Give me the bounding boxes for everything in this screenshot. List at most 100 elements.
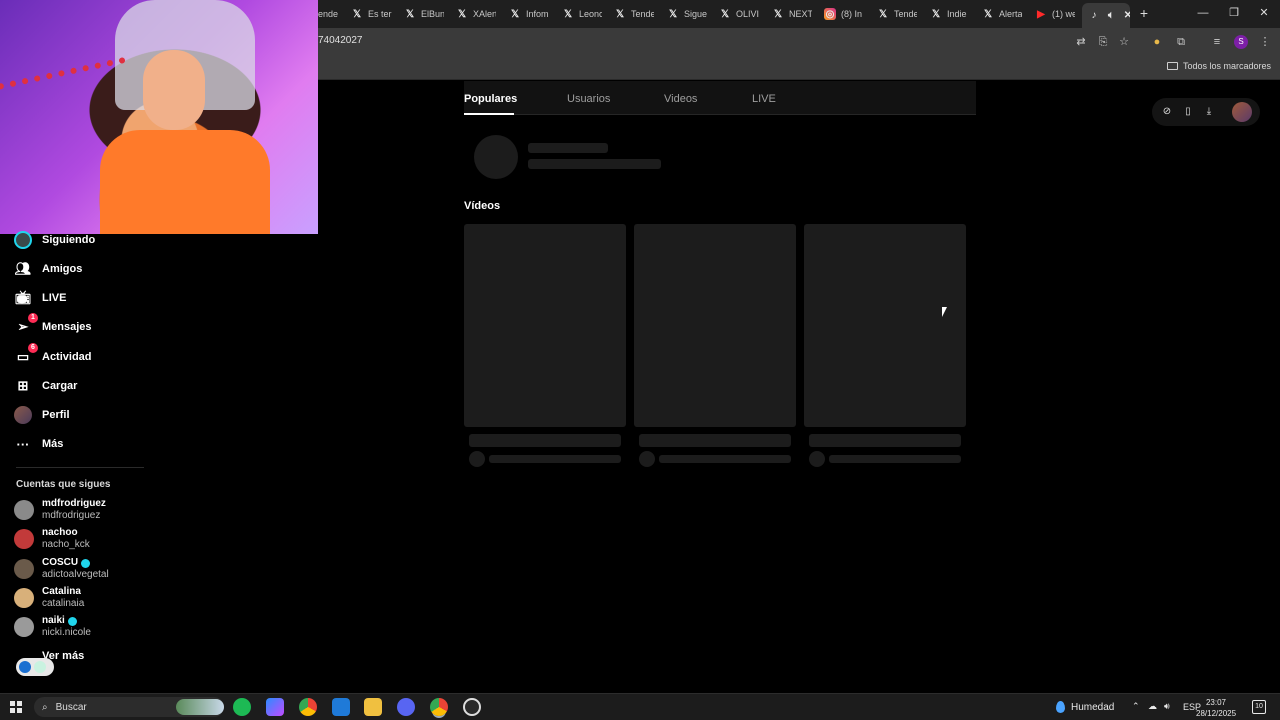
browser-tab[interactable]: ▶ (1) we bbox=[1035, 4, 1075, 24]
user-avatar[interactable] bbox=[1232, 102, 1252, 122]
browser-tab-active[interactable]: ♪ 🔈︎ ✕ bbox=[1082, 3, 1130, 28]
videos-section-title: Vídeos bbox=[464, 200, 501, 212]
video-author-skeleton bbox=[659, 455, 791, 463]
install-app-icon[interactable]: ⎘ bbox=[1095, 34, 1111, 50]
taskbar-search[interactable]: ⌕ Buscar bbox=[34, 697, 224, 717]
followed-account[interactable]: mdfrodriguez mdfrodriguez bbox=[14, 497, 106, 523]
floating-extension-pill[interactable] bbox=[16, 658, 54, 676]
sidebar-item-mensajes[interactable]: ➢ 1 Mensajes bbox=[14, 313, 92, 338]
video-author-skeleton bbox=[829, 455, 961, 463]
tab-live[interactable]: LIVE bbox=[752, 93, 776, 105]
browser-tab[interactable]: 𝕏 Leonc bbox=[562, 4, 602, 24]
avatar bbox=[14, 617, 34, 637]
extension-color-icon[interactable]: ● bbox=[1149, 34, 1165, 50]
active-tab-underline bbox=[464, 113, 514, 115]
header-tools: ⊘ ▯ ⤓ bbox=[1152, 98, 1260, 126]
network-icon[interactable]: ☁ bbox=[1148, 701, 1157, 712]
sidebar-item-amigos[interactable]: 👥︎ Amigos bbox=[14, 258, 83, 280]
tab-videos[interactable]: Videos bbox=[664, 93, 697, 105]
video-card-skeleton[interactable] bbox=[634, 224, 796, 427]
app-shield-icon[interactable] bbox=[332, 698, 350, 716]
verified-badge-icon bbox=[81, 558, 91, 568]
x-icon: 𝕏 bbox=[931, 8, 941, 20]
sidebar-item-perfil[interactable]: Perfil bbox=[14, 404, 70, 426]
taskbar-clock[interactable]: 23:07 28/12/2025 bbox=[1196, 697, 1236, 719]
x-icon: 𝕏 bbox=[720, 8, 730, 20]
volume-icon[interactable]: 🔊︎ bbox=[1164, 701, 1170, 712]
sidebar-item-live[interactable]: 📺︎ LIVE bbox=[14, 287, 67, 309]
live-icon: 📺︎ bbox=[14, 290, 32, 305]
new-tab-button[interactable]: + bbox=[1136, 5, 1152, 21]
x-icon: 𝕏 bbox=[457, 8, 467, 20]
extension-blue-icon bbox=[19, 661, 31, 673]
browser-tab[interactable]: 𝕏 Tende bbox=[614, 4, 654, 24]
chrome-app-icon[interactable] bbox=[299, 698, 317, 716]
browser-tab[interactable]: ende bbox=[318, 4, 344, 24]
copilot-app-icon[interactable] bbox=[266, 698, 284, 716]
all-bookmarks-button[interactable]: Todos los marcadores bbox=[1166, 61, 1271, 71]
streamer-shirt bbox=[100, 130, 270, 234]
messages-icon: ➢ 1 bbox=[14, 313, 38, 336]
address-bar-url[interactable]: 74042027 bbox=[318, 35, 363, 46]
profile-avatar-icon bbox=[14, 406, 32, 424]
download-icon[interactable]: ⤓ bbox=[1202, 105, 1216, 119]
browser-tab[interactable]: 𝕏 OLIVI bbox=[719, 4, 759, 24]
search-icon: ⌕ bbox=[42, 701, 48, 713]
mobile-app-icon[interactable]: ▯ bbox=[1181, 105, 1195, 119]
avatar bbox=[14, 500, 34, 520]
browser-tab[interactable]: 𝕏 Alerta bbox=[982, 4, 1022, 24]
extensions-puzzle-icon[interactable]: ⧉ bbox=[1173, 34, 1189, 50]
sidebar-item-siguiendo[interactable]: Siguiendo bbox=[14, 229, 95, 251]
close-tab-icon[interactable]: ✕ bbox=[1122, 10, 1130, 22]
sidebar-item-actividad[interactable]: ▭ 6 Actividad bbox=[14, 343, 92, 368]
sidebar-item-cargar[interactable]: ⊞ Cargar bbox=[14, 375, 78, 397]
video-card-skeleton[interactable] bbox=[464, 224, 626, 427]
browser-tab[interactable]: 𝕏 Infom bbox=[509, 4, 549, 24]
video-card-skeleton[interactable] bbox=[804, 224, 966, 427]
restore-button[interactable]: ❐ bbox=[1224, 4, 1244, 22]
browser-tab[interactable]: 𝕏 Sigue bbox=[667, 4, 707, 24]
video-author-avatar-skeleton bbox=[639, 451, 655, 467]
tab-populares[interactable]: Populares bbox=[464, 93, 517, 105]
tab-usuarios[interactable]: Usuarios bbox=[567, 93, 610, 105]
spotify-app-icon[interactable] bbox=[233, 698, 251, 716]
reading-list-icon[interactable]: ≡ bbox=[1209, 34, 1225, 50]
close-window-button[interactable]: ✕ bbox=[1254, 4, 1274, 22]
browser-tab[interactable]: 𝕏 ElBun bbox=[404, 4, 444, 24]
browser-tab[interactable]: 𝕏 NEXT bbox=[772, 4, 812, 24]
windows-start-icon[interactable] bbox=[10, 701, 22, 713]
bookmark-star-icon[interactable]: ☆ bbox=[1116, 34, 1132, 50]
sidebar-item-mas[interactable]: ··· Más bbox=[14, 433, 64, 455]
x-icon: 𝕏 bbox=[615, 8, 625, 20]
followed-account[interactable]: COSCU adictoalvegetal bbox=[14, 556, 109, 582]
browser-tab[interactable]: 𝕏 Tende bbox=[877, 4, 917, 24]
translate-icon[interactable]: ⇄ bbox=[1073, 34, 1089, 50]
browser-tab[interactable]: 𝕏 Es ter bbox=[351, 4, 395, 24]
followed-account[interactable]: nachoo nacho_kck bbox=[14, 526, 90, 552]
browser-tab[interactable]: 𝕏 XAlert bbox=[456, 4, 496, 24]
followed-account[interactable]: naiki nicki.nicole bbox=[14, 614, 91, 640]
activity-badge: 6 bbox=[28, 343, 38, 353]
minimize-button[interactable]: — bbox=[1193, 4, 1213, 22]
chrome-active-app-icon[interactable] bbox=[430, 698, 448, 716]
profile-avatar-button[interactable]: S bbox=[1234, 35, 1248, 49]
x-icon: 𝕏 bbox=[773, 8, 783, 20]
x-icon: 𝕏 bbox=[563, 8, 573, 20]
webcam-overlay bbox=[0, 0, 318, 234]
browser-tab[interactable]: 𝕏 Indie bbox=[930, 4, 970, 24]
search-highlight-image bbox=[176, 699, 224, 715]
x-icon: 𝕏 bbox=[510, 8, 520, 20]
followed-account[interactable]: Catalina catalinaia bbox=[14, 585, 84, 611]
obs-app-icon[interactable] bbox=[463, 698, 481, 716]
video-title-skeleton bbox=[809, 434, 961, 447]
file-explorer-icon[interactable] bbox=[364, 698, 382, 716]
sidebar-divider bbox=[16, 467, 144, 468]
coins-icon[interactable]: ⊘ bbox=[1160, 105, 1174, 119]
tray-chevron-icon[interactable]: ⌃ bbox=[1132, 701, 1140, 712]
notifications-icon[interactable]: 10 bbox=[1252, 700, 1266, 714]
menu-kebab-icon[interactable]: ⋮ bbox=[1257, 34, 1273, 50]
speaker-icon[interactable]: 🔈︎ bbox=[1105, 10, 1117, 22]
discord-app-icon[interactable] bbox=[397, 698, 415, 716]
weather-widget[interactable]: Humedad bbox=[1056, 701, 1114, 713]
browser-tab[interactable]: ◎ (8) In bbox=[824, 4, 864, 24]
